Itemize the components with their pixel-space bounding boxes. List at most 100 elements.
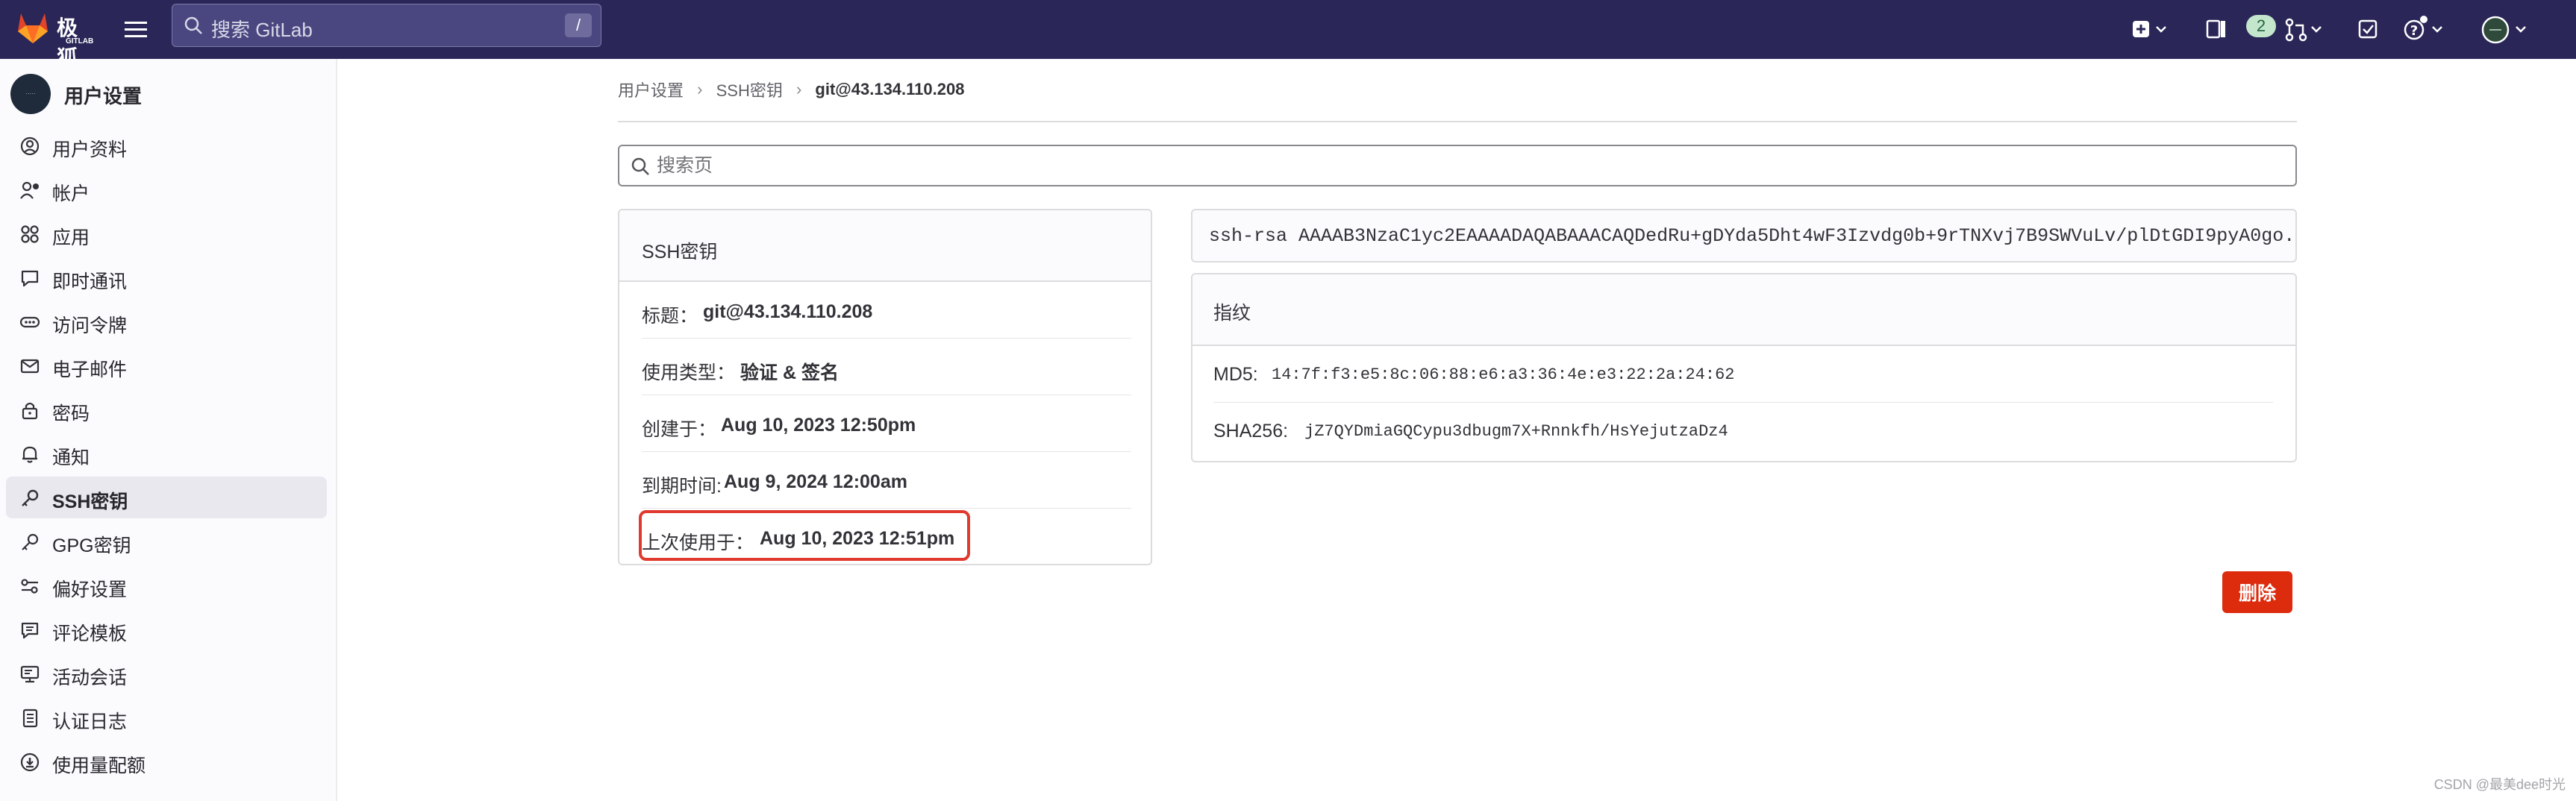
issues-button[interactable] bbox=[2203, 15, 2240, 45]
key-title-label: 标题： bbox=[642, 306, 698, 327]
created-value: Aug 10, 2023 12:50pm bbox=[721, 415, 916, 436]
sidebar-item-label: 认证日志 bbox=[52, 712, 128, 732]
public-key-text: ssh-rsa AAAAB3NzaC1yc2EAAAADAQABAAACAQDe… bbox=[1209, 225, 2297, 247]
sidebar-header[interactable]: ····· 用户设置 bbox=[10, 69, 324, 114]
user-avatar-icon bbox=[2481, 16, 2526, 44]
search-icon bbox=[184, 16, 202, 34]
breadcrumb: 用户设置 › SSH密钥 › git@43.134.110.208 bbox=[618, 78, 964, 101]
sidebar-item-label: 应用 bbox=[52, 227, 90, 248]
mail-icon bbox=[20, 359, 40, 374]
breadcrumb-ssh-keys[interactable]: SSH密钥 bbox=[716, 78, 783, 101]
chat-icon bbox=[21, 270, 39, 287]
help-icon: ? bbox=[2404, 16, 2442, 40]
search-placeholder: 搜索 GitLab bbox=[211, 19, 313, 41]
sidebar-item-label: 活动会话 bbox=[52, 668, 128, 688]
sidebar-item-comment-templates[interactable]: 评论模板 bbox=[6, 609, 327, 650]
breadcrumb-user-settings[interactable]: 用户设置 bbox=[618, 78, 684, 101]
key-icon bbox=[22, 533, 39, 550]
chevron-right-icon: › bbox=[795, 80, 802, 98]
global-search[interactable]: 搜索 GitLab / bbox=[172, 4, 601, 47]
profile-icon bbox=[20, 136, 40, 156]
applications-icon bbox=[21, 225, 39, 243]
usage-type-value: 验证 & 签名 bbox=[740, 362, 839, 383]
sidebar-item-emails[interactable]: 电子邮件 bbox=[6, 345, 327, 386]
delete-button[interactable]: 删除 bbox=[2222, 571, 2292, 613]
sidebar-item-ssh-keys[interactable]: SSH密钥 bbox=[6, 477, 327, 518]
sidebar-item-active-sessions[interactable]: 活动会话 bbox=[6, 653, 327, 694]
sidebar-item-access-tokens[interactable]: 访问令牌 bbox=[6, 301, 327, 342]
gitlab-logo[interactable]: 极狐 GITLAB bbox=[15, 7, 97, 69]
help-dropdown[interactable]: ? bbox=[2401, 15, 2451, 45]
sha256-row: SHA256: jZ7QYDmiaGQCypu3dbugm7X+Rnnkfh/H… bbox=[1213, 403, 2273, 459]
issues-icon bbox=[2206, 19, 2225, 39]
sidebar-item-applications[interactable]: 应用 bbox=[6, 213, 327, 254]
user-avatar: ····· bbox=[10, 74, 51, 114]
sidebar-item-label: 电子邮件 bbox=[52, 359, 128, 380]
new-item-dropdown[interactable] bbox=[2130, 15, 2175, 45]
sidebar-item-label: 帐户 bbox=[52, 183, 90, 204]
sha256-label: SHA256: bbox=[1213, 421, 1289, 442]
usage-type-label: 使用类型： bbox=[642, 362, 736, 383]
todo-checkbox-icon bbox=[2358, 19, 2378, 39]
account-icon bbox=[20, 181, 39, 199]
public-key-box[interactable]: ssh-rsa AAAAB3NzaC1yc2EAAAADAQABAAACAQDe… bbox=[1191, 209, 2297, 263]
log-icon bbox=[22, 709, 38, 728]
md5-label: MD5: bbox=[1213, 364, 1258, 385]
page-search-input[interactable] bbox=[657, 152, 2283, 179]
user-menu-dropdown[interactable] bbox=[2480, 15, 2537, 45]
merge-request-icon bbox=[2285, 18, 2322, 42]
token-icon bbox=[19, 316, 40, 328]
sidebar-item-password[interactable]: 密码 bbox=[6, 389, 327, 430]
settings-sidebar: ····· 用户设置 用户资料 帐户 应用 即时通讯 访问令牌 电子邮件 密码 … bbox=[0, 59, 337, 801]
expires-value: Aug 9, 2024 12:00am bbox=[724, 471, 907, 492]
usage-type-row: 使用类型： 验证 & 签名 bbox=[642, 339, 1131, 395]
hamburger-icon bbox=[125, 22, 147, 37]
svg-text:?: ? bbox=[2410, 23, 2418, 39]
menu-toggle-button[interactable] bbox=[119, 15, 152, 45]
top-navbar: 极狐 GITLAB 搜索 GitLab / 2 ? bbox=[0, 0, 2576, 69]
sidebar-item-label: 密码 bbox=[52, 403, 90, 424]
sidebar-item-account[interactable]: 帐户 bbox=[6, 169, 327, 210]
search-shortcut-key: / bbox=[565, 13, 592, 37]
preferences-icon bbox=[21, 579, 38, 594]
info-icon bbox=[20, 753, 40, 772]
merge-requests-dropdown[interactable] bbox=[2282, 15, 2330, 45]
sidebar-item-label: 评论模板 bbox=[52, 623, 128, 644]
sidebar-item-label: 使用量配额 bbox=[52, 756, 146, 776]
breadcrumb-current[interactable]: git@43.134.110.208 bbox=[815, 80, 964, 99]
last-used-highlight-box bbox=[639, 510, 970, 561]
sidebar-item-label: SSH密钥 bbox=[52, 491, 128, 512]
sidebar-item-usage-quotas[interactable]: 使用量配额 bbox=[6, 741, 327, 782]
sidebar-item-label: 即时通讯 bbox=[52, 271, 128, 292]
sidebar-item-notifications[interactable]: 通知 bbox=[6, 433, 327, 474]
sidebar-item-gpg-keys[interactable]: GPG密钥 bbox=[6, 521, 327, 562]
sidebar-item-label: 用户资料 bbox=[52, 139, 128, 160]
merge-requests-count-badge: 2 bbox=[2246, 15, 2276, 37]
key-title-row: 标题： git@43.134.110.208 bbox=[642, 282, 1131, 339]
page-search bbox=[618, 145, 2297, 186]
sidebar-item-auth-log[interactable]: 认证日志 bbox=[6, 697, 327, 738]
lock-icon bbox=[22, 402, 38, 420]
sidebar-item-preferences[interactable]: 偏好设置 bbox=[6, 565, 327, 606]
sidebar-title: 用户设置 bbox=[64, 85, 143, 107]
plus-square-icon bbox=[2133, 21, 2166, 37]
sidebar-item-label: GPG密钥 bbox=[52, 535, 131, 556]
todos-button[interactable] bbox=[2354, 15, 2383, 45]
expires-row: 到期时间: Aug 9, 2024 12:00am bbox=[642, 452, 1131, 509]
created-label: 创建于： bbox=[642, 419, 717, 440]
fox-logo-icon bbox=[18, 13, 48, 43]
chevron-right-icon: › bbox=[697, 80, 703, 98]
md5-value: 14:7f:f3:e5:8c:06:88:e6:a3:36:4e:e3:22:2… bbox=[1272, 365, 1735, 384]
sidebar-item-profile[interactable]: 用户资料 bbox=[6, 125, 327, 166]
sidebar-item-label: 偏好设置 bbox=[52, 579, 128, 600]
key-title-value: git@43.134.110.208 bbox=[703, 301, 873, 322]
md5-row: MD5: 14:7f:f3:e5:8c:06:88:e6:a3:36:4e:e3… bbox=[1213, 346, 2273, 403]
created-row: 创建于： Aug 10, 2023 12:50pm bbox=[642, 395, 1131, 452]
logo-subtext: GITLAB bbox=[66, 37, 94, 45]
comment-icon bbox=[21, 622, 39, 639]
key-icon bbox=[22, 489, 39, 506]
card-header: SSH密钥 bbox=[619, 210, 1151, 282]
monitor-icon bbox=[20, 665, 40, 683]
fingerprints-header: 指纹 bbox=[1192, 274, 2295, 346]
sidebar-item-chat[interactable]: 即时通讯 bbox=[6, 257, 327, 298]
